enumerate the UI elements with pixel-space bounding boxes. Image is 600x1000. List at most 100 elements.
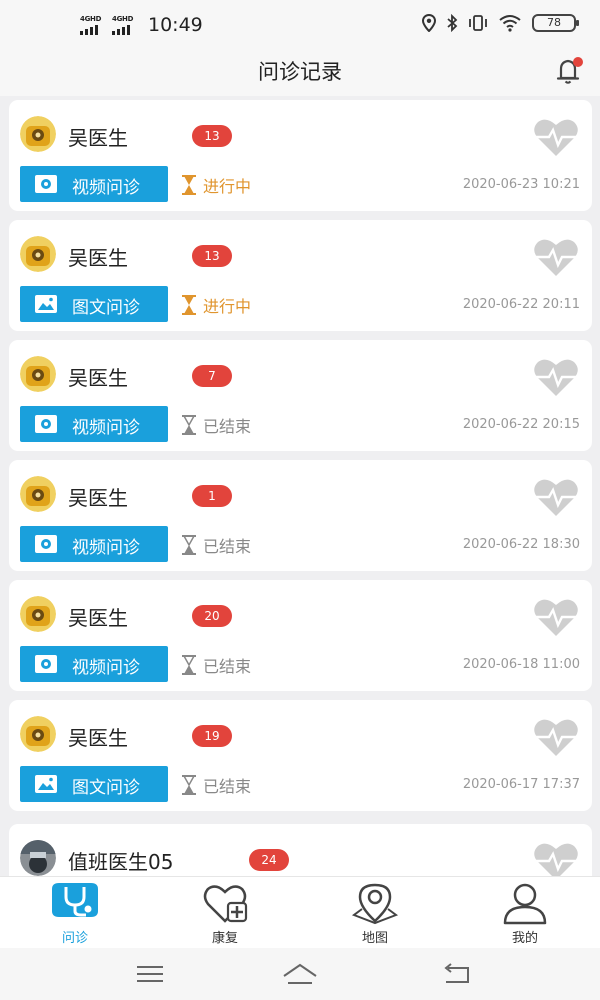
consult-type-label: 视频问诊	[72, 178, 140, 198]
doctor-avatar	[20, 596, 56, 632]
signal-tag-2: 4GHD	[112, 15, 134, 23]
doctor-name: 值班医生05	[68, 850, 174, 874]
tab-map[interactable]: 地图	[300, 877, 450, 949]
hourglass-icon	[182, 415, 196, 435]
image-icon	[35, 775, 57, 793]
video-icon	[35, 535, 57, 553]
doctor-avatar	[20, 840, 56, 876]
heart-rate-icon[interactable]	[532, 596, 580, 638]
consultation-card[interactable]: 吴医生 19 图文问诊 已结束 2020-06-17 17:37	[9, 700, 592, 811]
consult-status: 已结束	[181, 533, 251, 557]
message-count-badge: 24	[249, 849, 289, 871]
video-icon	[35, 175, 57, 193]
doctor-avatar	[20, 236, 56, 272]
user-icon	[503, 883, 547, 925]
consult-status: 进行中	[181, 173, 251, 197]
consult-type-button[interactable]: 视频问诊	[20, 526, 168, 562]
system-nav-bar	[0, 948, 600, 1000]
page-title: 问诊记录	[258, 60, 342, 84]
consultation-card[interactable]: 吴医生 7 视频问诊 已结束 2020-06-22 20:15	[9, 340, 592, 451]
consult-type-button[interactable]: 图文问诊	[20, 766, 168, 802]
heart-rate-icon[interactable]	[532, 236, 580, 278]
consult-time: 2020-06-18 11:00	[462, 657, 580, 672]
status-bar: 4GHD 4GHD 10:49 78	[0, 0, 600, 48]
hourglass-icon	[182, 655, 196, 675]
consultation-card[interactable]: 吴医生 20 视频问诊 已结束 2020-06-18 11:00	[9, 580, 592, 691]
video-icon	[35, 655, 57, 673]
stethoscope-icon	[52, 883, 98, 917]
consult-type-label: 视频问诊	[72, 658, 140, 678]
map-pin-icon	[351, 883, 399, 925]
consult-status-label: 已结束	[203, 537, 252, 556]
tab-consultation[interactable]: 问诊	[0, 877, 150, 949]
doctor-name: 吴医生	[68, 126, 128, 150]
consult-time: 2020-06-17 17:37	[462, 777, 580, 792]
consult-type-label: 图文问诊	[72, 298, 140, 318]
consult-status-label: 已结束	[203, 417, 252, 436]
tab-profile[interactable]: 我的	[450, 877, 600, 949]
tab-label: 康复	[211, 931, 238, 946]
doctor-name: 吴医生	[68, 246, 128, 270]
heart-rate-icon[interactable]	[532, 840, 580, 876]
consultation-list[interactable]: 吴医生 13 视频问诊 进行中 2020-06-23 10:21 吴医生 13	[0, 96, 600, 876]
consult-type-label: 视频问诊	[72, 538, 140, 558]
battery-icon: 78	[532, 14, 579, 32]
heart-rate-icon[interactable]	[532, 116, 580, 158]
heart-rate-icon[interactable]	[532, 716, 580, 758]
consult-time: 2020-06-23 10:21	[462, 177, 580, 192]
heart-rate-icon[interactable]	[532, 356, 580, 398]
consult-status: 已结束	[181, 773, 251, 797]
consult-type-label: 视频问诊	[72, 418, 140, 438]
home-icon[interactable]	[280, 960, 320, 988]
doctor-name: 吴医生	[68, 486, 128, 510]
hourglass-icon	[182, 295, 196, 315]
consultation-card[interactable]: 值班医生05 24	[9, 824, 592, 876]
message-count-badge: 13	[192, 245, 232, 267]
consultation-card[interactable]: 吴医生 13 视频问诊 进行中 2020-06-23 10:21	[9, 100, 592, 211]
consult-status-label: 已结束	[203, 657, 252, 676]
consult-time: 2020-06-22 18:30	[462, 537, 580, 552]
wifi-icon	[499, 15, 521, 32]
tab-label: 我的	[511, 931, 538, 946]
consult-type-button[interactable]: 视频问诊	[20, 166, 168, 202]
notification-dot	[573, 57, 583, 67]
hourglass-icon	[182, 775, 196, 795]
consult-time: 2020-06-22 20:15	[462, 417, 580, 432]
heart-rate-icon[interactable]	[532, 476, 580, 518]
consult-type-button[interactable]: 视频问诊	[20, 406, 168, 442]
consult-time: 2020-06-22 20:11	[462, 297, 580, 312]
consult-type-label: 图文问诊	[72, 778, 140, 798]
consult-status-label: 进行中	[203, 297, 252, 316]
consult-status-label: 进行中	[203, 177, 252, 196]
doctor-name: 吴医生	[68, 726, 128, 750]
hourglass-icon	[182, 175, 196, 195]
message-count-badge: 19	[192, 725, 232, 747]
video-icon	[35, 415, 57, 433]
location-icon	[422, 14, 436, 32]
consultation-card[interactable]: 吴医生 13 图文问诊 进行中 2020-06-22 20:11	[9, 220, 592, 331]
tab-bar: 问诊 康复 地图 我的	[0, 876, 600, 948]
message-count-badge: 13	[192, 125, 232, 147]
bluetooth-icon	[447, 14, 458, 32]
bell-icon[interactable]	[552, 54, 586, 88]
consultation-card[interactable]: 吴医生 1 视频问诊 已结束 2020-06-22 18:30	[9, 460, 592, 571]
doctor-avatar	[20, 476, 56, 512]
header: 问诊记录	[0, 48, 600, 96]
message-count-badge: 7	[192, 365, 232, 387]
consult-type-button[interactable]: 图文问诊	[20, 286, 168, 322]
doctor-name: 吴医生	[68, 366, 128, 390]
menu-icon[interactable]	[130, 960, 170, 988]
tab-label: 问诊	[61, 931, 88, 946]
tab-label: 地图	[361, 931, 388, 946]
consult-status: 已结束	[181, 413, 251, 437]
status-left: 4GHD 4GHD 10:49	[80, 14, 203, 36]
image-icon	[35, 295, 57, 313]
signal-icon: 4GHD	[112, 15, 138, 35]
doctor-avatar	[20, 716, 56, 752]
message-count-badge: 1	[192, 485, 232, 507]
tab-rehab[interactable]: 康复	[150, 877, 300, 949]
doctor-name: 吴医生	[68, 606, 128, 630]
consult-type-button[interactable]: 视频问诊	[20, 646, 168, 682]
back-icon[interactable]	[438, 960, 478, 988]
hourglass-icon	[182, 535, 196, 555]
